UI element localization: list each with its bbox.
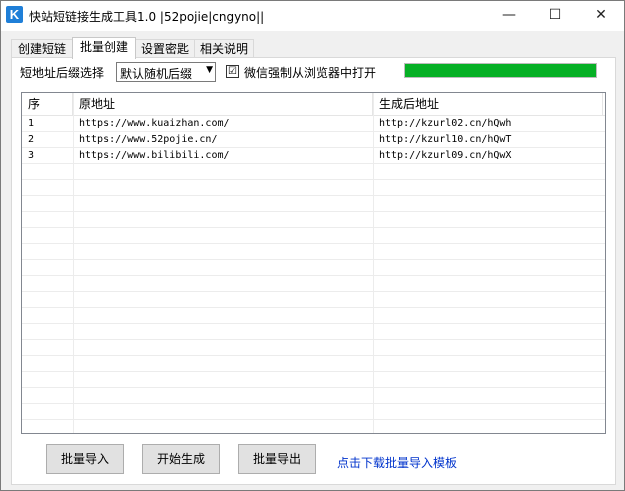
cell-original-url: https://www.52pojie.cn/ (79, 134, 218, 145)
column-header-index[interactable]: 序 (22, 93, 73, 115)
list-body: 1 https://www.kuaizhan.com/ http://kzurl… (22, 116, 605, 433)
download-template-link[interactable]: 点击下载批量导入模板 (337, 454, 457, 471)
batch-create-panel: 短地址后缀选择 默认随机后缀 ▼ ☑ 微信强制从浏览器中打开 序 原地址 生成后… (11, 57, 616, 485)
minimize-button[interactable]: — (486, 1, 532, 31)
cell-short-url: http://kzurl10.cn/hQwT (379, 134, 512, 145)
table-row[interactable]: 2 https://www.52pojie.cn/ http://kzurl10… (22, 132, 605, 148)
wechat-checkbox-label[interactable]: 微信强制从浏览器中打开 (244, 64, 376, 81)
cell-index: 2 (28, 134, 35, 145)
table-row[interactable]: 3 https://www.bilibili.com/ http://kzurl… (22, 148, 605, 164)
suffix-label: 短地址后缀选择 (20, 66, 105, 80)
cell-original-url: https://www.bilibili.com/ (79, 150, 230, 161)
window-title: 快站短链接生成工具1.0 |52pojie|cngyno|| (29, 10, 265, 24)
tab-about[interactable]: 相关说明 (194, 39, 254, 58)
column-divider (73, 93, 74, 433)
column-divider (373, 93, 374, 433)
cell-index: 3 (28, 150, 35, 161)
app-logo-icon: K (6, 6, 23, 23)
column-header-original-url[interactable]: 原地址 (73, 93, 373, 115)
cell-short-url: http://kzurl09.cn/hQwX (379, 150, 512, 161)
tab-create-short-link[interactable]: 创建短链 (11, 39, 73, 58)
cell-original-url: https://www.kuaizhan.com/ (79, 118, 230, 129)
start-generate-button[interactable]: 开始生成 (142, 444, 220, 474)
progress-bar-fill (405, 64, 596, 77)
app-window: K 快站短链接生成工具1.0 |52pojie|cngyno|| — ☐ ✕ 创… (0, 0, 625, 491)
chevron-down-icon: ▼ (206, 65, 213, 75)
column-header-short-url[interactable]: 生成后地址 (373, 93, 603, 115)
title-bar: K 快站短链接生成工具1.0 |52pojie|cngyno|| — ☐ ✕ (1, 1, 624, 31)
batch-import-button[interactable]: 批量导入 (46, 444, 124, 474)
progress-bar (404, 63, 597, 78)
tab-set-key[interactable]: 设置密匙 (135, 39, 195, 58)
cell-short-url: http://kzurl02.cn/hQwh (379, 118, 512, 129)
close-button[interactable]: ✕ (578, 1, 624, 31)
batch-export-button[interactable]: 批量导出 (238, 444, 316, 474)
tab-batch-create[interactable]: 批量创建 (72, 37, 136, 59)
suffix-select-value: 默认随机后缀 (120, 67, 193, 81)
maximize-button[interactable]: ☐ (532, 1, 578, 31)
cell-index: 1 (28, 118, 35, 129)
table-row[interactable]: 1 https://www.kuaizhan.com/ http://kzurl… (22, 116, 605, 132)
url-list[interactable]: 序 原地址 生成后地址 1 https://www.kuaizhan.com/ … (21, 92, 606, 434)
suffix-select[interactable]: 默认随机后缀 ▼ (116, 62, 216, 82)
wechat-checkbox[interactable]: ☑ (226, 65, 239, 78)
list-header: 序 原地址 生成后地址 (22, 93, 605, 116)
